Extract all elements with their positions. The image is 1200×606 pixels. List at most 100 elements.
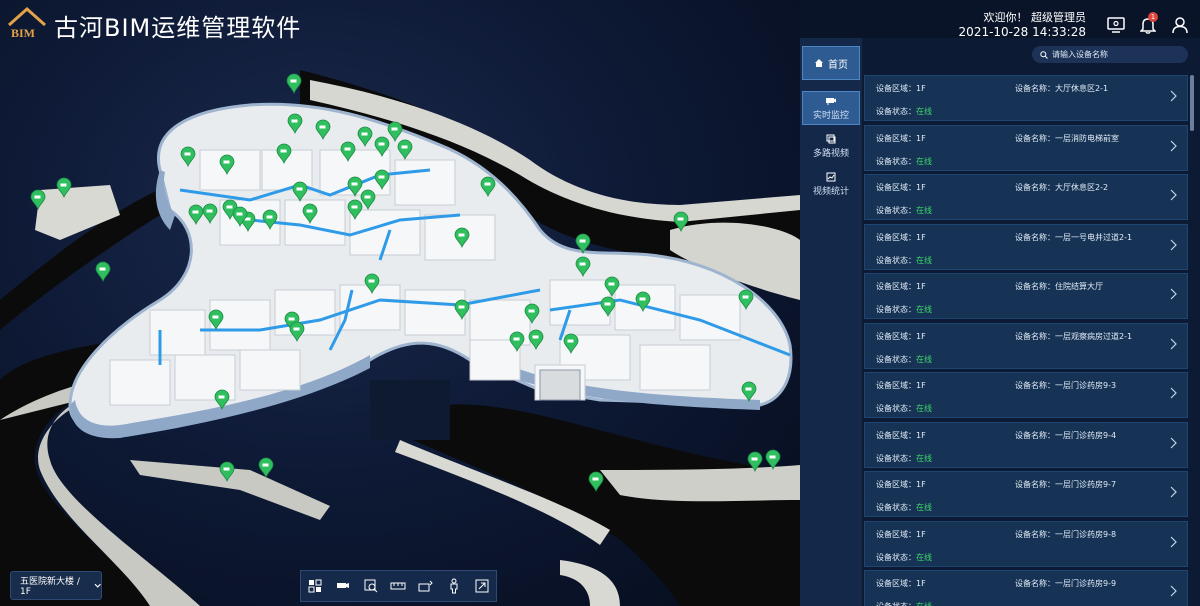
camera-marker[interactable]: [258, 457, 274, 479]
device-card[interactable]: 设备区域：1F 设备名称：一层一号电井过道2-1 设备状态：在线: [864, 223, 1188, 270]
scrollbar[interactable]: [1190, 75, 1194, 131]
home-icon: [815, 59, 823, 67]
device-status: 设备状态：在线: [876, 205, 932, 216]
brand-logo: BIM: [6, 5, 48, 45]
device-name: 设备名称：一层一号电井过道2-1: [1015, 232, 1132, 243]
camera-marker[interactable]: [95, 261, 111, 283]
chevron-right-icon: [1170, 90, 1177, 102]
device-name-label: 设备名称：: [1015, 331, 1055, 341]
building-model: [0, 70, 800, 606]
device-name-label: 设备名称：: [1015, 480, 1055, 489]
bim-3d-viewport[interactable]: [0, 0, 800, 606]
video-icon: [826, 134, 836, 144]
device-card[interactable]: 设备区域：1F 设备名称：一层消防电梯前室设备状态：在线: [864, 124, 1188, 171]
sidewalk: [600, 465, 800, 502]
camera-marker[interactable]: [286, 73, 302, 95]
device-area-value: 1F: [916, 529, 926, 539]
zoom-area-icon: [364, 579, 377, 593]
device-area-label: 设备区域：: [876, 282, 916, 291]
chevron-right-icon: [1170, 288, 1177, 300]
device-card[interactable]: 设备区域：1F 设备名称：大厅休息区2-1 设备状态：在线: [864, 75, 1188, 121]
device-card[interactable]: 设备区域：1F 设备名称：住院结算大厅 设备状态：在线: [864, 273, 1188, 319]
device-name-value: 大厅休息区2-1: [1055, 84, 1109, 93]
chevron-right-icon: [1170, 189, 1177, 201]
device-area: 设备区域：1F: [876, 331, 926, 342]
app-title: 古河BIM运维管理软件: [54, 13, 302, 42]
device-status: 设备状态：在线: [876, 453, 932, 464]
camera-marker[interactable]: [765, 449, 781, 471]
chevron-down-icon: [94, 583, 101, 588]
camera-toggle-button[interactable]: [333, 576, 353, 596]
camera-icon: [826, 98, 836, 105]
device-area: 设备区域：1F: [876, 578, 926, 589]
device-name: 设备名称：大厅休息区2-1: [1015, 83, 1108, 94]
brand: BIM 古河BIM运维管理软件: [0, 5, 301, 45]
device-area-value: 1F: [916, 232, 926, 242]
device-status: 设备状态：在线: [876, 403, 932, 414]
measure-icon: [390, 582, 406, 590]
chevron-right-icon: [1170, 486, 1177, 498]
device-area-value: 1F: [916, 579, 926, 588]
search-placeholder: 请输入设备名称: [1052, 50, 1108, 59]
device-name-label: 设备名称：: [1015, 381, 1055, 390]
user-icon[interactable]: [1164, 10, 1196, 40]
device-status-value: 在线: [916, 156, 932, 166]
device-name: 设备名称：一层门诊药房9-3: [1015, 380, 1116, 391]
device-status-value: 在线: [916, 255, 932, 265]
device-card[interactable]: 设备区域：1F 设备名称：一层门诊药房9-9 设备状态：在线: [864, 570, 1188, 606]
device-area-value: 1F: [916, 84, 926, 93]
nav-item-multi-video[interactable]: 多路视频: [802, 134, 860, 160]
nav-home-button[interactable]: 首页: [802, 46, 860, 80]
notification-bell-icon[interactable]: 1: [1132, 10, 1164, 40]
device-area-label: 设备区域：: [876, 579, 916, 588]
stats-icon: [826, 172, 836, 182]
device-card[interactable]: 设备区域：1F 设备名称：一层门诊药房9-7 设备状态：在线: [864, 471, 1188, 517]
nav-item-video-stats[interactable]: 视频统计: [802, 172, 860, 198]
floor-split-button[interactable]: [416, 576, 436, 596]
device-area: 设备区域：1F: [876, 430, 926, 441]
device-name: 设备名称：大厅休息区2-2: [1015, 182, 1108, 193]
fullscreen-icon: [475, 579, 489, 593]
device-area-label: 设备区域：: [876, 331, 916, 341]
device-area: 设备区域：1F: [876, 83, 926, 94]
device-name-value: 一层门诊药房9-9: [1055, 579, 1117, 588]
measure-button[interactable]: [388, 576, 408, 596]
device-name: 设备名称：一层消防电梯前室: [1015, 133, 1119, 144]
grid-view-icon: [308, 579, 322, 593]
search-input[interactable]: 请输入设备名称: [1032, 46, 1188, 63]
device-status-value: 在线: [916, 354, 932, 364]
device-status-label: 设备状态：: [876, 206, 916, 215]
device-status-label: 设备状态：: [876, 453, 916, 463]
device-card[interactable]: 设备区域：1F 设备名称：大厅休息区2-2 设备状态：在线: [864, 174, 1188, 220]
device-status-label: 设备状态：: [876, 156, 916, 166]
nav-home-label: 首页: [828, 59, 848, 71]
floor-selector[interactable]: 五医院新大楼 / 1F: [10, 571, 102, 600]
device-card[interactable]: 设备区域：1F 设备名称：一层门诊药房9-3 设备状态：在线: [864, 372, 1188, 418]
monitor-icon[interactable]: [1100, 10, 1132, 40]
nav-item-realtime[interactable]: 实时监控: [802, 91, 860, 125]
device-name-label: 设备名称：: [1015, 529, 1055, 539]
chevron-right-icon: [1170, 140, 1177, 151]
device-area-value: 1F: [916, 282, 926, 291]
zoom-area-button[interactable]: [361, 576, 381, 596]
device-card[interactable]: 设备区域：1F 设备名称：一层门诊药房9-8 设备状态：在线: [864, 520, 1188, 567]
device-status: 设备状态：在线: [876, 255, 932, 266]
device-name-label: 设备名称：: [1015, 430, 1055, 440]
device-status-label: 设备状态：: [876, 404, 916, 413]
device-card[interactable]: 设备区域：1F 设备名称：一层门诊药房9-4 设备状态：在线: [864, 421, 1188, 468]
greeting: 欢迎你！ 超级管理员: [983, 11, 1087, 24]
device-status-value: 在线: [916, 305, 932, 314]
device-area: 设备区域：1F: [876, 133, 926, 144]
device-status-label: 设备状态：: [876, 354, 916, 364]
nav-item-label: 视频统计: [812, 187, 849, 197]
device-status-label: 设备状态：: [876, 255, 916, 265]
grid-view-button[interactable]: [305, 576, 325, 596]
device-name-label: 设备名称：: [1015, 84, 1055, 93]
device-card[interactable]: 设备区域：1F 设备名称：一层观察病房过道2-1 设备状态：在线: [864, 322, 1188, 369]
device-status-value: 在线: [916, 503, 932, 512]
device-area-label: 设备区域：: [876, 480, 916, 489]
person-view-button[interactable]: [444, 576, 464, 596]
device-area-value: 1F: [916, 183, 926, 192]
chevron-right-icon: [1170, 239, 1177, 250]
fullscreen-button[interactable]: [472, 576, 492, 596]
